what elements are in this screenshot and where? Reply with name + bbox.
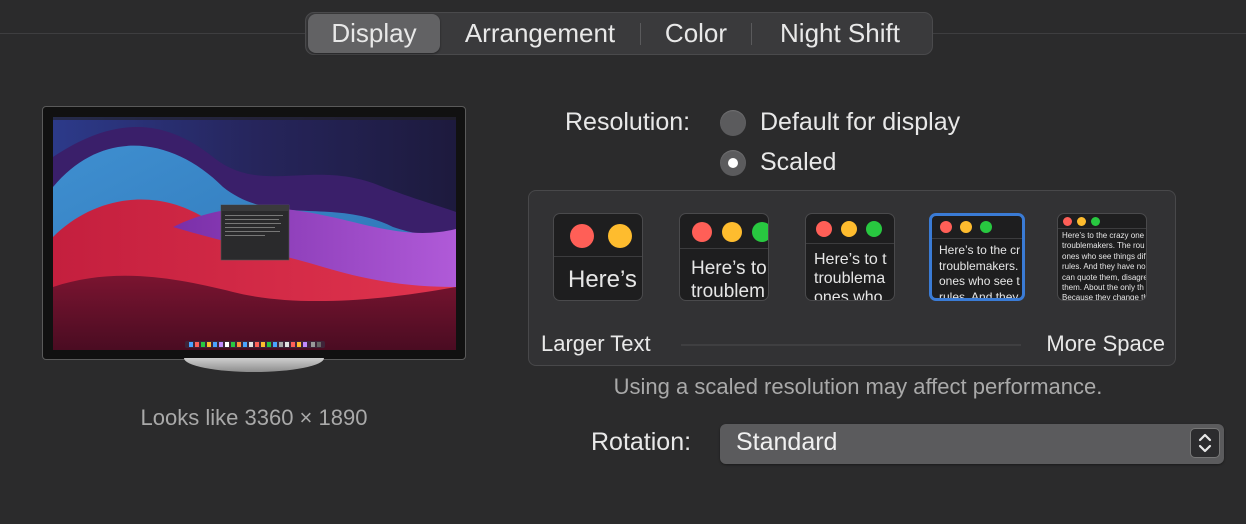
close-dot-icon — [816, 221, 832, 237]
scale-option-more-space-selected[interactable]: Here’s to the cr troublemakers. ones who… — [929, 213, 1025, 301]
scaled-resolution-panel: Here’s Here’s to troublem Here’s to t tr… — [528, 190, 1176, 366]
monitor-stand — [184, 358, 324, 372]
tab-bar: Display Arrangement Color Night Shift — [305, 12, 933, 55]
zoom-dot-icon — [752, 222, 768, 242]
title-bar-divider — [554, 256, 642, 257]
desktop-wallpaper — [53, 117, 456, 350]
scaled-label[interactable]: Scaled — [760, 148, 836, 177]
rotation-value: Standard — [736, 428, 838, 456]
tab-display[interactable]: Display — [308, 14, 440, 53]
wallpaper-image — [53, 117, 456, 350]
zoom-dot-icon — [980, 221, 992, 233]
title-bar-divider — [932, 238, 1022, 239]
larger-text-label: Larger Text — [541, 331, 651, 356]
zoom-dot-icon — [1091, 217, 1100, 226]
title-bar-divider — [806, 243, 894, 244]
minimize-dot-icon — [608, 224, 632, 248]
rotation-label: Rotation: — [591, 428, 692, 456]
scale-option-most-space[interactable]: Here’s to the crazy one troublemakers. T… — [1057, 213, 1147, 301]
tab-night-shift[interactable]: Night Shift — [752, 14, 928, 53]
default-for-display-label[interactable]: Default for display — [760, 108, 960, 137]
scale-option-default[interactable]: Here’s to t troublema ones who — [805, 213, 895, 301]
window-controls — [692, 222, 768, 242]
rotation-select[interactable]: Standard — [720, 424, 1224, 464]
window-controls — [1063, 217, 1100, 226]
close-dot-icon — [940, 221, 952, 233]
window-controls — [940, 221, 992, 233]
preview-text: Here’s to t troublema ones who — [814, 251, 887, 301]
preview-text: Here’s to the crazy one troublemakers. T… — [1062, 231, 1147, 301]
scaled-radio[interactable] — [720, 150, 746, 176]
close-dot-icon — [1063, 217, 1072, 226]
updown-chevron-icon — [1190, 428, 1220, 458]
title-bar-divider — [680, 248, 768, 249]
scale-option-larger[interactable]: Here’s to troublem — [679, 213, 769, 301]
performance-warning: Using a scaled resolution may affect per… — [613, 374, 1103, 399]
preview-text: Here’s — [568, 266, 637, 293]
close-dot-icon — [570, 224, 594, 248]
title-bar-divider — [1058, 228, 1146, 229]
minimize-dot-icon — [960, 221, 972, 233]
window-controls — [816, 221, 882, 237]
looks-like-resolution: Looks like 3360 × 1890 — [140, 405, 368, 430]
window-controls — [570, 224, 632, 248]
close-dot-icon — [692, 222, 712, 242]
scale-option-largest[interactable]: Here’s — [553, 213, 643, 301]
zoom-dot-icon — [866, 221, 882, 237]
minimize-dot-icon — [722, 222, 742, 242]
resolution-label: Resolution: — [565, 108, 691, 136]
tab-color[interactable]: Color — [641, 14, 751, 53]
display-preview — [42, 106, 466, 360]
scale-track-line — [681, 344, 1021, 346]
default-for-display-radio[interactable] — [720, 110, 746, 136]
minimize-dot-icon — [1077, 217, 1086, 226]
more-space-label: More Space — [1046, 331, 1165, 356]
preview-text: Here’s to the cr troublemakers. ones who… — [939, 243, 1021, 301]
preview-text: Here’s to troublem — [691, 258, 767, 301]
minimize-dot-icon — [841, 221, 857, 237]
tab-arrangement[interactable]: Arrangement — [440, 14, 640, 53]
